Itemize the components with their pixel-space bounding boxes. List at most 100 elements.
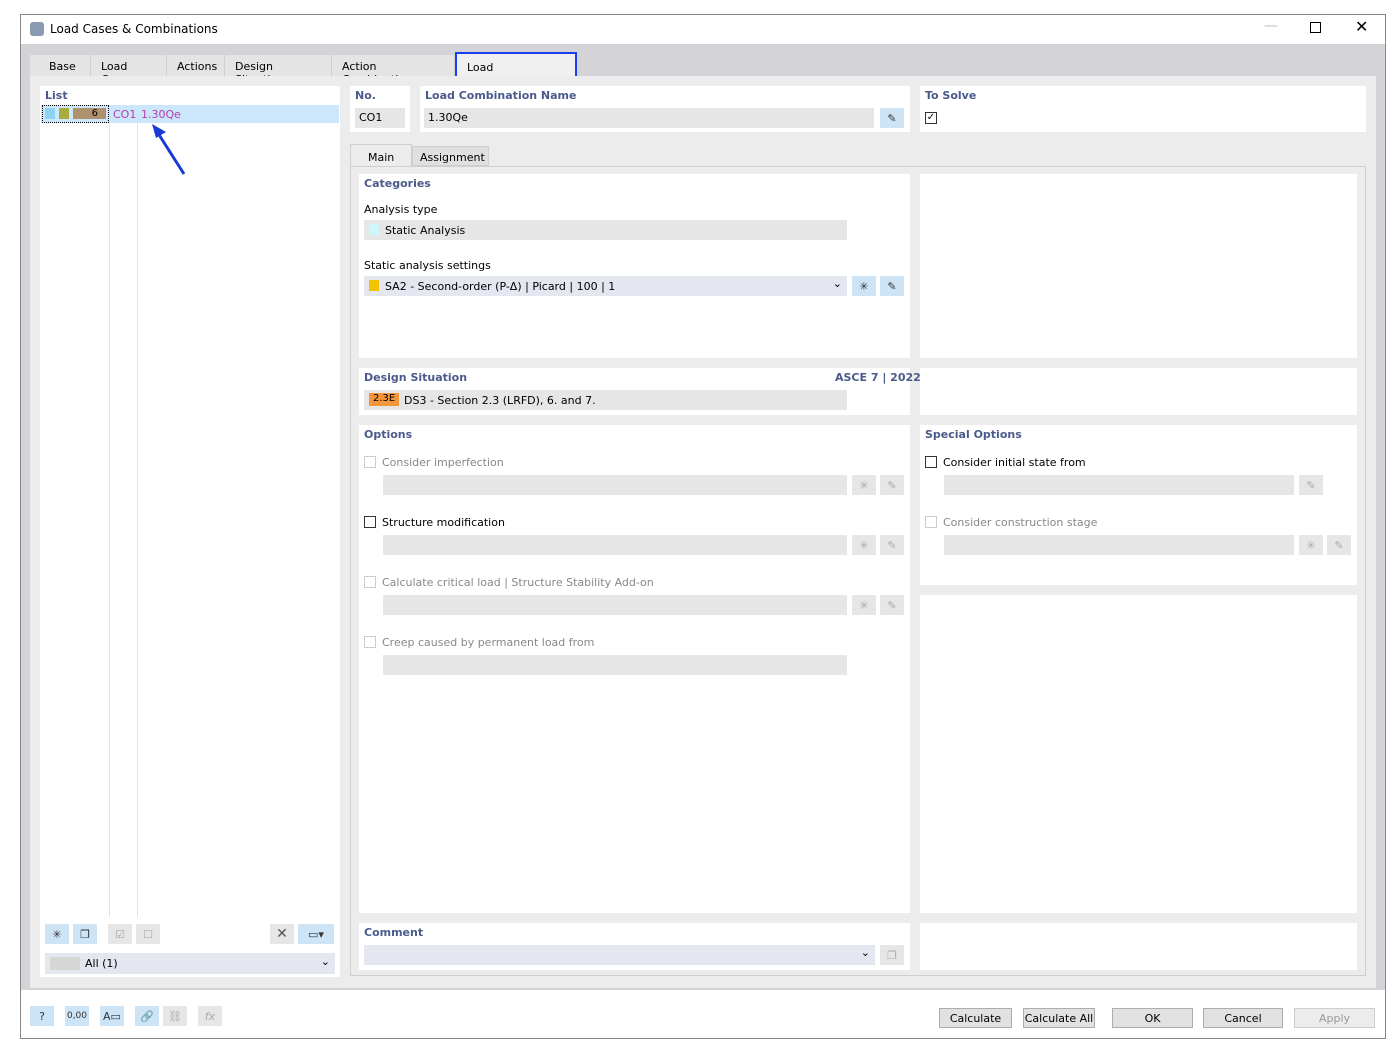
cancel-button[interactable]: Cancel xyxy=(1203,1008,1283,1028)
initial-state-label: Consider initial state from xyxy=(943,456,1086,469)
list-label: List xyxy=(45,89,68,102)
chevron-down-icon: ⌄ xyxy=(320,955,330,968)
no-field[interactable]: CO1 xyxy=(355,108,405,128)
comment-title: Comment xyxy=(364,926,424,939)
edit-stability-icon[interactable]: ✎ xyxy=(880,595,904,615)
item-name: 1.30Qe xyxy=(141,108,181,121)
color-swatch xyxy=(369,280,379,291)
calculate-button[interactable]: Calculate xyxy=(939,1008,1012,1028)
edit-stage-icon[interactable]: ✎ xyxy=(1327,535,1351,555)
edit-initial-state-icon[interactable]: ✎ xyxy=(1299,475,1323,495)
check-all-icon[interactable]: ☑ xyxy=(108,924,132,944)
empty-panel xyxy=(920,368,1357,415)
critical-load-checkbox[interactable] xyxy=(364,576,376,588)
edit-modification-icon[interactable]: ✎ xyxy=(880,535,904,555)
analysis-type-field[interactable]: Static Analysis xyxy=(364,220,847,240)
imperfection-select[interactable] xyxy=(383,475,847,495)
construction-stage-select[interactable] xyxy=(944,535,1294,555)
critical-load-label: Calculate critical load | Structure Stab… xyxy=(382,576,654,589)
design-situation-value: DS3 - Section 2.3 (LRFD), 6. and 7. xyxy=(404,394,596,407)
tab-actions[interactable]: Actions xyxy=(167,55,225,77)
list-panel xyxy=(40,86,340,977)
creep-label: Creep caused by permanent load from xyxy=(382,636,595,649)
tab-action-combinations[interactable]: Action Combinations xyxy=(332,55,455,86)
new-stage-icon[interactable]: ✳ xyxy=(1299,535,1323,555)
view-mode-dropdown-icon[interactable]: ▭▾ xyxy=(298,924,334,944)
settings-label: Static analysis settings xyxy=(364,259,491,272)
ok-button[interactable]: OK xyxy=(1112,1008,1193,1028)
decimal-places-icon[interactable]: 0,00 xyxy=(65,1006,89,1026)
maximize-button[interactable] xyxy=(1310,22,1321,33)
apply-button[interactable]: Apply xyxy=(1294,1008,1375,1028)
construction-stage-checkbox[interactable] xyxy=(925,516,937,528)
initial-state-checkbox[interactable] xyxy=(925,456,937,468)
categories-title: Categories xyxy=(364,177,431,190)
tab-base[interactable]: Base xyxy=(30,55,91,77)
link-icon[interactable]: 🔗 xyxy=(135,1006,159,1026)
subtab-main[interactable]: Main xyxy=(350,144,412,167)
new-item-icon[interactable]: ✳ xyxy=(45,924,69,944)
chevron-down-icon: ⌄ xyxy=(860,946,870,959)
subtab-assignment[interactable]: Assignment xyxy=(412,146,489,166)
design-situation-field[interactable]: 2.3E DS3 - Section 2.3 (LRFD), 6. and 7. xyxy=(364,390,847,410)
list-filter-select[interactable]: All (1) ⌄ xyxy=(45,953,335,974)
minimize-button[interactable]: — xyxy=(1264,18,1278,34)
unlink-icon[interactable]: ⛓ xyxy=(163,1006,187,1026)
to-solve-checkbox[interactable]: ✓ xyxy=(925,112,937,124)
analysis-type-value: Static Analysis xyxy=(385,224,466,237)
edit-settings-icon[interactable]: ✎ xyxy=(880,276,904,296)
creep-checkbox[interactable] xyxy=(364,636,376,648)
structure-modification-label: Structure modification xyxy=(382,516,505,529)
new-settings-icon[interactable]: ✳ xyxy=(852,276,876,296)
options-title: Options xyxy=(364,428,413,441)
close-button[interactable]: ✕ xyxy=(1355,17,1368,36)
new-modification-icon[interactable]: ✳ xyxy=(852,535,876,555)
display-settings-icon[interactable]: A▭ xyxy=(100,1006,124,1026)
empty-panel xyxy=(920,174,1357,358)
formula-icon[interactable]: fx xyxy=(198,1006,222,1026)
creep-select[interactable] xyxy=(383,655,847,675)
settings-select[interactable]: SA2 - Second-order (P-Δ) | Picard | 100 … xyxy=(364,276,847,296)
new-imperfection-icon[interactable]: ✳ xyxy=(852,475,876,495)
comment-input[interactable]: ⌄ xyxy=(364,945,875,965)
structure-modification-select[interactable] xyxy=(383,535,847,555)
color-swatch xyxy=(45,108,55,119)
toggle-check-icon[interactable]: ☐ xyxy=(136,924,160,944)
to-solve-label: To Solve xyxy=(925,89,977,102)
comment-library-icon[interactable]: ❐ xyxy=(880,945,904,965)
name-input[interactable]: 1.30Qe xyxy=(424,108,874,128)
critical-load-select[interactable] xyxy=(383,595,847,615)
chevron-down-icon: ⌄ xyxy=(832,277,842,290)
tab-load-cases[interactable]: Load Cases xyxy=(91,55,167,86)
color-swatch xyxy=(369,224,379,235)
settings-value: SA2 - Second-order (P-Δ) | Picard | 100 … xyxy=(385,280,616,293)
help-icon[interactable]: ? xyxy=(30,1006,54,1026)
filter-value: All (1) xyxy=(85,957,118,970)
design-standard: ASCE 7 | 2022 xyxy=(835,371,921,384)
analysis-type-label: Analysis type xyxy=(364,203,438,216)
new-stability-icon[interactable]: ✳ xyxy=(852,595,876,615)
empty-panel xyxy=(920,923,1357,970)
no-label: No. xyxy=(355,89,376,102)
list-item[interactable]: 6 CO1 1.30Qe xyxy=(41,105,339,123)
empty-panel xyxy=(920,595,1357,913)
copy-item-icon[interactable]: ❐ xyxy=(73,924,97,944)
special-options-title: Special Options xyxy=(925,428,1022,441)
tab-design-situations[interactable]: Design Situations xyxy=(225,55,332,86)
imperfection-label: Consider imperfection xyxy=(382,456,504,469)
edit-imperfection-icon[interactable]: ✎ xyxy=(880,475,904,495)
imperfection-checkbox[interactable] xyxy=(364,456,376,468)
annotation-arrow-icon xyxy=(152,124,186,175)
construction-stage-label: Consider construction stage xyxy=(943,516,1098,529)
to-solve-panel xyxy=(920,86,1366,132)
window-title: Load Cases & Combinations xyxy=(50,22,218,36)
delete-icon[interactable]: ✕ xyxy=(270,924,294,944)
edit-name-icon[interactable]: ✎ xyxy=(880,108,904,128)
design-badge: 2.3E xyxy=(369,393,399,406)
calculate-all-button[interactable]: Calculate All xyxy=(1023,1008,1095,1028)
item-no: CO1 xyxy=(113,108,137,121)
special-options-panel xyxy=(920,425,1357,585)
item-count: 6 xyxy=(73,108,106,119)
initial-state-select[interactable] xyxy=(944,475,1294,495)
structure-modification-checkbox[interactable] xyxy=(364,516,376,528)
